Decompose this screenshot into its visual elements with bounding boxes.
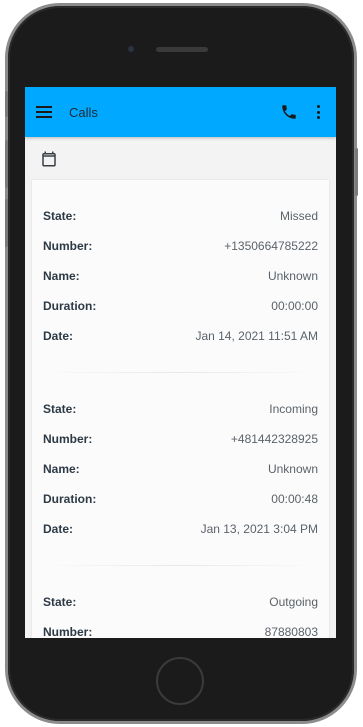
- page-title: Calls: [69, 104, 98, 120]
- date-value: Jan 14, 2021 11:51 AM: [195, 329, 318, 343]
- date-label: Date:: [43, 329, 74, 343]
- call-number-row: Number: +481442328925: [43, 424, 318, 454]
- menu-icon[interactable]: [36, 106, 52, 118]
- state-value: Missed: [279, 209, 318, 223]
- call-name-row: Name: Unknown: [43, 261, 318, 291]
- phone-icon[interactable]: [280, 103, 298, 121]
- app-screen: Calls State: Missed Number: +13506647852…: [25, 87, 336, 638]
- power-button: [355, 148, 358, 196]
- date-label: Date:: [43, 522, 74, 536]
- call-divider: [43, 372, 318, 373]
- number-label: Number:: [43, 239, 93, 253]
- state-label: State:: [43, 209, 77, 223]
- name-label: Name:: [43, 462, 80, 476]
- number-value: +481442328925: [230, 432, 318, 446]
- call-state-row: State: Missed: [43, 201, 318, 231]
- call-state-row: State: Incoming: [43, 394, 318, 424]
- duration-label: Duration:: [43, 492, 97, 506]
- call-date-row: Date: Jan 14, 2021 11:51 AM: [43, 321, 318, 351]
- front-camera: [127, 45, 135, 53]
- calendar-icon[interactable]: [40, 150, 58, 168]
- call-name-row: Name: Unknown: [43, 454, 318, 484]
- mute-switch: [5, 91, 8, 117]
- more-vertical-icon[interactable]: [316, 105, 320, 119]
- state-value: Outgoing: [269, 595, 318, 609]
- number-label: Number:: [43, 625, 93, 638]
- name-label: Name:: [43, 269, 80, 283]
- call-state-row: State: Outgoing: [43, 587, 318, 617]
- call-date-row: Date: Jan 13, 2021 3:04 PM: [43, 514, 318, 544]
- number-label: Number:: [43, 432, 93, 446]
- number-value: +1350664785222: [224, 239, 318, 253]
- duration-value: 00:00:00: [271, 299, 318, 313]
- state-label: State:: [43, 402, 77, 416]
- app-bar: Calls: [25, 87, 336, 137]
- state-value: Incoming: [269, 402, 318, 416]
- call-duration-row: Duration: 00:00:48: [43, 484, 318, 514]
- call-duration-row: Duration: 00:00:00: [43, 291, 318, 321]
- volume-up-button: [5, 140, 8, 188]
- call-entry[interactable]: State: Outgoing Number: 87880803: [43, 587, 318, 638]
- volume-down-button: [5, 199, 8, 247]
- filter-toolbar: [25, 137, 336, 180]
- call-log-list: State: Missed Number: +1350664785222 Nam…: [32, 180, 329, 638]
- earpiece-speaker: [156, 47, 208, 52]
- call-number-row: Number: 87880803: [43, 617, 318, 638]
- call-divider: [43, 565, 318, 566]
- home-button[interactable]: [156, 657, 204, 705]
- duration-label: Duration:: [43, 299, 97, 313]
- name-value: Unknown: [267, 269, 318, 283]
- call-number-row: Number: +1350664785222: [43, 231, 318, 261]
- date-value: Jan 13, 2021 3:04 PM: [200, 522, 318, 536]
- duration-value: 00:00:48: [271, 492, 318, 506]
- call-entry[interactable]: State: Incoming Number: +481442328925 Na…: [43, 394, 318, 544]
- call-entry[interactable]: State: Missed Number: +1350664785222 Nam…: [43, 201, 318, 351]
- number-value: 87880803: [264, 625, 318, 638]
- name-value: Unknown: [267, 462, 318, 476]
- state-label: State:: [43, 595, 77, 609]
